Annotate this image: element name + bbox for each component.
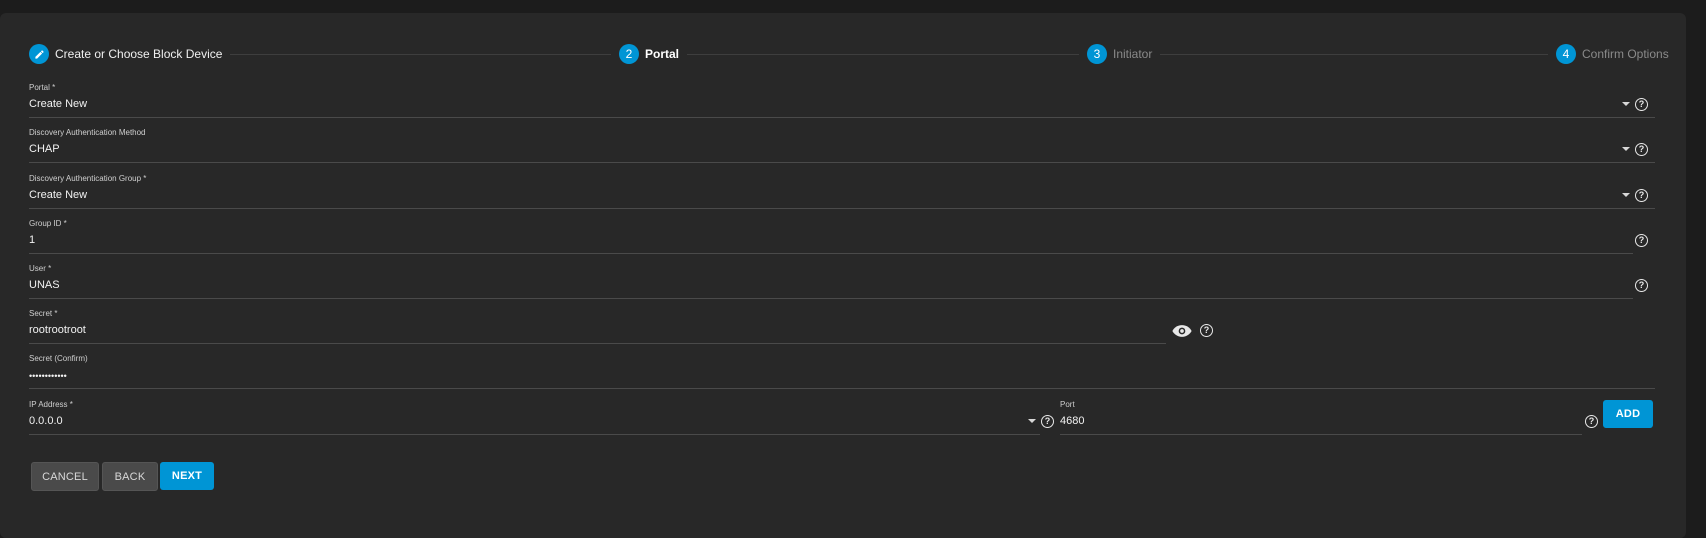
- caret-down-icon[interactable]: [1622, 147, 1630, 151]
- help-circle-icon[interactable]: ?: [1635, 189, 1648, 202]
- ip-address-select[interactable]: IP Address * 0.0.0.0: [29, 400, 1040, 435]
- field-value: rootrootroot: [29, 324, 86, 336]
- step-label: Portal: [645, 47, 680, 61]
- field-value: UNAS: [29, 279, 60, 291]
- field-label: Port: [1060, 400, 1075, 409]
- discovery-auth-group-select[interactable]: Discovery Authentication Group * Create …: [29, 174, 1655, 209]
- port-input[interactable]: Port 4680: [1060, 400, 1582, 435]
- secret-input[interactable]: Secret * rootrootroot: [29, 309, 1166, 344]
- field-label: Portal *: [29, 83, 56, 92]
- field-value: Create New: [29, 189, 88, 201]
- field-label: User *: [29, 264, 52, 273]
- help-circle-icon[interactable]: ?: [1635, 98, 1648, 111]
- field-value: ••••••••••••: [29, 371, 67, 381]
- help-circle-icon[interactable]: ?: [1635, 143, 1648, 156]
- field-value: 1: [29, 234, 36, 246]
- help-circle-icon[interactable]: ?: [1635, 234, 1648, 247]
- field-label: Discovery Authentication Group *: [29, 174, 147, 183]
- back-button[interactable]: BACK: [102, 462, 158, 491]
- step-number: 2: [619, 44, 639, 64]
- step-portal[interactable]: 2 Portal: [611, 43, 688, 65]
- step-label: Confirm Options: [1582, 47, 1669, 61]
- step-connector: [669, 54, 1099, 55]
- add-button[interactable]: ADD: [1603, 400, 1653, 428]
- help-circle-icon[interactable]: ?: [1585, 415, 1598, 428]
- step-connector: [1139, 54, 1569, 55]
- step-connector: [209, 54, 629, 55]
- step-label: Initiator: [1113, 47, 1153, 61]
- step-label: Create or Choose Block Device: [55, 47, 223, 61]
- field-label: IP Address *: [29, 400, 73, 409]
- field-label: Group ID *: [29, 219, 67, 228]
- eye-icon[interactable]: [1172, 324, 1192, 338]
- field-value: Create New: [29, 98, 88, 110]
- secret-confirm-input[interactable]: Secret (Confirm) ••••••••••••: [29, 354, 1655, 389]
- field-value: CHAP: [29, 143, 60, 155]
- field-label: Secret *: [29, 309, 58, 318]
- user-input[interactable]: User * UNAS: [29, 264, 1633, 299]
- step-number: 4: [1556, 44, 1576, 64]
- field-value: 0.0.0.0: [29, 415, 63, 427]
- portal-select[interactable]: Portal * Create New: [29, 83, 1655, 118]
- field-label: Discovery Authentication Method: [29, 128, 146, 137]
- group-id-input[interactable]: Group ID * 1: [29, 219, 1633, 254]
- field-value: 4680: [1060, 415, 1085, 427]
- help-circle-icon[interactable]: ?: [1635, 279, 1648, 292]
- step-initiator[interactable]: 3 Initiator: [1079, 43, 1161, 65]
- help-circle-icon[interactable]: ?: [1200, 324, 1213, 337]
- step-number: 3: [1087, 44, 1107, 64]
- step-create-block-device[interactable]: Create or Choose Block Device: [29, 43, 231, 65]
- caret-down-icon[interactable]: [1028, 419, 1036, 423]
- caret-down-icon[interactable]: [1622, 193, 1630, 197]
- help-circle-icon[interactable]: ?: [1041, 415, 1054, 428]
- pencil-icon: [29, 44, 49, 64]
- cancel-button[interactable]: CANCEL: [31, 462, 99, 491]
- field-label: Secret (Confirm): [29, 354, 88, 363]
- stepper: Create or Choose Block Device 2 Portal 3…: [29, 43, 1669, 65]
- next-button[interactable]: NEXT: [160, 462, 214, 490]
- discovery-auth-method-select[interactable]: Discovery Authentication Method CHAP: [29, 128, 1655, 163]
- step-confirm-options[interactable]: 4 Confirm Options: [1548, 43, 1669, 65]
- caret-down-icon[interactable]: [1622, 102, 1630, 106]
